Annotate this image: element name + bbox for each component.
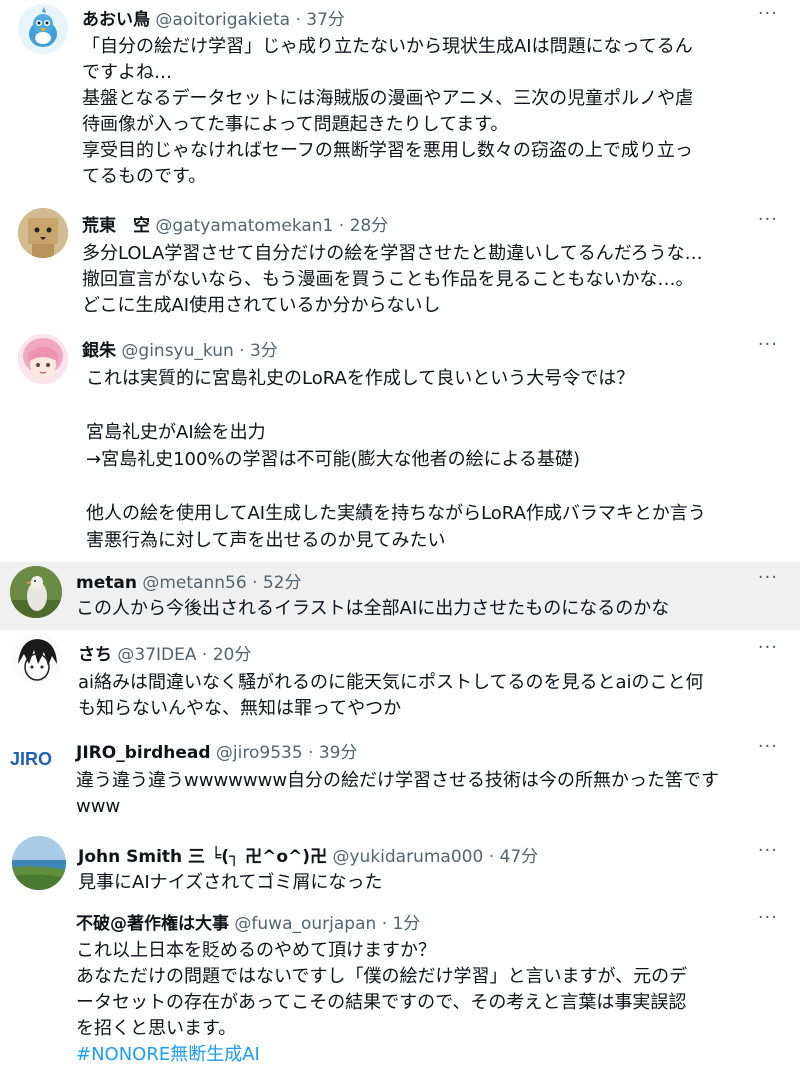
author-handle[interactable]: @fuwa_ourjapan (234, 914, 376, 934)
blue-bird-icon (29, 7, 57, 47)
author-handle[interactable]: @aoitorigakieta (155, 10, 290, 30)
text-line: どこに生成AI使用されているか分からないし (82, 295, 441, 316)
hashtag-link[interactable]: #NONORE無断生成AI (76, 1042, 687, 1068)
avatar[interactable] (10, 566, 62, 618)
pink-hair-character-icon (18, 334, 68, 384)
more-options-icon[interactable]: ··· (758, 334, 778, 355)
tweet-yukidaruma000[interactable]: John Smith 三 ╘(┐ 卍^o^)卍 @yukidaruma000 ·… (0, 830, 800, 900)
timestamp[interactable]: · 47分 (489, 847, 538, 867)
cardboard-robot-icon (18, 208, 68, 258)
avatar[interactable] (12, 836, 66, 890)
tweet-text: これは実質的に宮島礼史のLoRAを作成して良いという大号令では？ 宮島礼史がAI… (86, 365, 706, 554)
text-line: ですよね… (82, 62, 172, 83)
sketch-face-icon (12, 634, 62, 684)
more-options-icon[interactable]: ··· (758, 736, 778, 757)
text-line: これ以上日本を貶めるのやめて頂けますか？ (76, 940, 436, 961)
timestamp[interactable]: · 1分 (382, 914, 421, 934)
text-line: も知らないんやな、無知は罪ってやつか (78, 698, 402, 719)
text-line: 多分LOLA学習させて自分だけの絵を学習させたと勘違いしてるんだろうな… (82, 243, 703, 264)
author-handle[interactable]: @metann56 (142, 573, 246, 593)
avatar[interactable] (18, 208, 68, 258)
timestamp[interactable]: · 28分 (339, 216, 388, 236)
avatar[interactable]: JIRO (10, 744, 64, 774)
author-name[interactable]: 荒東 空 (82, 216, 150, 236)
tweet-aoitorigakieta[interactable]: あおい鳥 @aoitorigakieta · 37分 ··· 「自分の絵だけ学習… (0, 0, 800, 200)
text-line: 違う違う違うwwwwwww自分の絵だけ学習させる技術は今の所無かった筈です (76, 770, 720, 791)
tweet-text: これ以上日本を貶めるのやめて頂けますか？ あなただけの問題ではないですし「僕の絵… (76, 938, 687, 1068)
text-line: 他人の絵を使用してAI生成した実績を持ちながらLoRA作成バラマキとか言う (86, 503, 706, 524)
text-line: この人から今後出されるイラストは全部AIに出力させたものになるのかな (76, 598, 670, 619)
bird-photo-icon (10, 566, 62, 618)
timestamp[interactable]: · 37分 (295, 10, 344, 30)
text-line: 享受目的じゃなければセーフの無断学習を悪用し数々の窃盗の上で成り立っ (82, 140, 693, 161)
text-line: これは実質的に宮島礼史のLoRAを作成して良いという大号令では？ (86, 368, 635, 389)
tweet-text: ai絡みは間違いなく騒がれるのに能天気にポストしてるのを見るとaiのこと何 も知… (78, 670, 704, 722)
tweet-text: 違う違う違うwwwwwww自分の絵だけ学習させる技術は今の所無かった筈です ww… (76, 768, 719, 820)
author-name[interactable]: JIRO_birdhead (76, 743, 211, 763)
more-options-icon[interactable]: ··· (758, 907, 778, 928)
text-line: 撤回宣言がないなら、もう漫画を買うことも作品を見ることもないかな…。 (82, 269, 694, 290)
author-handle[interactable]: @ginsyu_kun (121, 341, 233, 361)
author-name[interactable]: metan (76, 573, 137, 593)
author-handle[interactable]: @yukidaruma000 (332, 847, 483, 867)
avatar[interactable] (18, 334, 68, 384)
author-name[interactable]: John Smith 三 ╘(┐ 卍^o^)卍 (78, 847, 327, 867)
text-line: あなただけの問題ではないですし「僕の絵だけ学習」と言いますが、元のデ (76, 966, 688, 987)
tweet-jiro9535[interactable]: JIRO JIRO_birdhead @jiro9535 · 39分 ··· 違… (0, 730, 800, 830)
more-options-icon[interactable]: ··· (758, 840, 778, 861)
text-line (86, 473, 706, 500)
more-options-icon[interactable]: ··· (758, 567, 778, 588)
tweet-ginsyu_kun[interactable]: 銀朱 @ginsyu_kun · 3分 ··· これは実質的に宮島礼史のLoRA… (0, 330, 800, 562)
author-handle[interactable]: @37IDEA (117, 645, 196, 665)
text-line: →宮島礼史100%の学習は不可能(膨大な他者の絵による基礎) (86, 449, 581, 470)
tweet-metann56[interactable]: metan @metann56 · 52分 ··· この人から今後出されるイラス… (0, 562, 800, 630)
text-line: 害悪行為に対して声を出せるのか見てみたい (86, 530, 446, 551)
tweet-fuwa_ourjapan[interactable]: 不破@著作権は大事 @fuwa_ourjapan · 1分 ··· これ以上日本… (0, 900, 800, 1085)
more-options-icon[interactable]: ··· (758, 3, 778, 24)
tweet-gatyamatomekan1[interactable]: 荒東 空 @gatyamatomekan1 · 28分 ··· 多分LOLA学習… (0, 200, 800, 330)
coast-landscape-icon (12, 836, 66, 890)
text-line: 見事にAIナイズされてゴミ屑になった (78, 872, 383, 893)
avatar[interactable] (12, 634, 62, 684)
text-line: ai絡みは間違いなく騒がれるのに能天気にポストしてるのを見るとaiのこと何 (78, 672, 704, 693)
text-line: www (76, 796, 121, 817)
timestamp[interactable]: · 20分 (202, 645, 251, 665)
timestamp[interactable]: · 3分 (239, 341, 278, 361)
timestamp[interactable]: · 52分 (252, 573, 301, 593)
text-line: 宮島礼史がAI絵を出力 (86, 422, 266, 443)
jiro-logo-icon: JIRO (10, 749, 53, 769)
text-line: 待画像が入ってた事によって問題起きたりしてます。 (82, 114, 509, 135)
tweet-text: 「自分の絵だけ学習」じゃ成り立たないから現状生成AIは問題になってるん ですよね… (82, 34, 693, 190)
more-options-icon[interactable]: ··· (758, 209, 778, 230)
author-handle[interactable]: @jiro9535 (216, 743, 303, 763)
text-line (86, 392, 706, 419)
more-options-icon[interactable]: ··· (758, 637, 778, 658)
text-line: てるものです。 (82, 166, 207, 187)
author-handle[interactable]: @gatyamatomekan1 (155, 216, 333, 236)
author-name[interactable]: さち (78, 645, 112, 665)
tweet-text: 見事にAIナイズされてゴミ屑になった (78, 870, 383, 896)
tweet-37IDEA[interactable]: さち @37IDEA · 20分 ··· ai絡みは間違いなく騒がれるのに能天気… (0, 630, 800, 730)
author-name[interactable]: 不破@著作権は大事 (76, 914, 229, 934)
tweet-text: 多分LOLA学習させて自分だけの絵を学習させたと勘違いしてるんだろうな… 撤回宣… (82, 241, 703, 319)
avatar[interactable] (18, 4, 68, 54)
text-line: 基盤となるデータセットには海賊版の漫画やアニメ、三次の児童ポルノや虐 (82, 88, 694, 109)
text-line: 「自分の絵だけ学習」じゃ成り立たないから現状生成AIは問題になってるん (82, 36, 693, 57)
author-name[interactable]: あおい鳥 (82, 10, 150, 30)
text-line: を招くと思います。 (76, 1018, 237, 1039)
text-line: ータセットの存在があってこその結果ですので、その考えと言葉は事実誤認 (76, 992, 687, 1013)
timestamp[interactable]: · 39分 (308, 743, 357, 763)
tweet-text: この人から今後出されるイラストは全部AIに出力させたものになるのかな (76, 596, 669, 622)
author-name[interactable]: 銀朱 (82, 341, 116, 361)
